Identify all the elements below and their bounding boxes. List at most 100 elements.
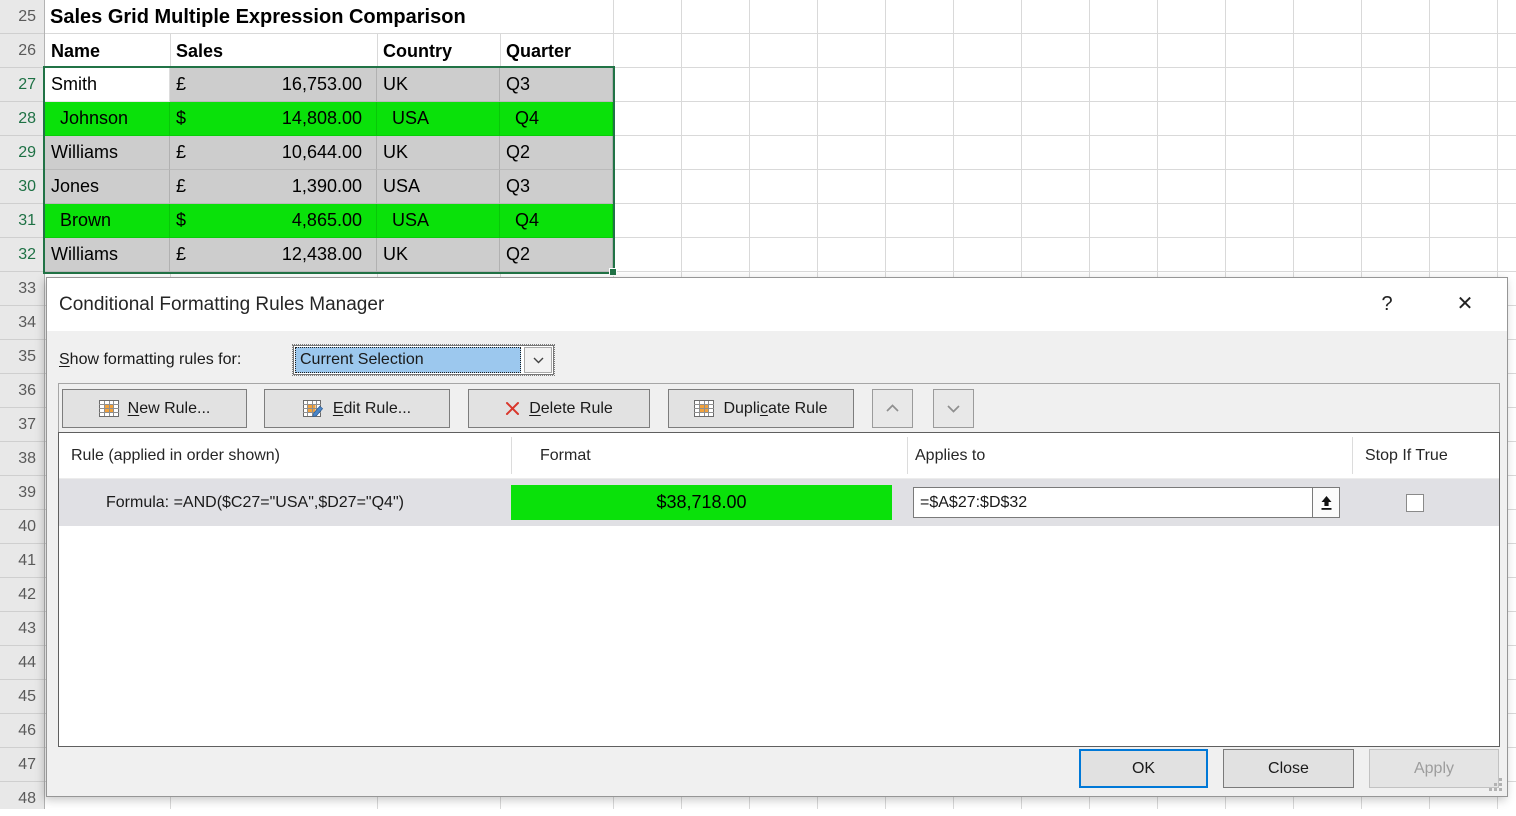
- range-select-arrow-icon: [1320, 495, 1333, 511]
- cell-country[interactable]: UK: [377, 136, 500, 170]
- move-rule-up-button[interactable]: [872, 389, 913, 428]
- column-header-format: Format: [540, 433, 591, 478]
- cell-sales[interactable]: £16,753.00: [170, 68, 377, 102]
- sheet-row-28: Johnson$14,808.00USAQ4: [45, 102, 613, 136]
- row-header-37[interactable]: 37: [0, 408, 36, 442]
- new-rule-button[interactable]: New Rule...: [62, 389, 247, 428]
- row-header-44[interactable]: 44: [0, 646, 36, 680]
- column-header-rule: Rule (applied in order shown): [71, 433, 280, 478]
- column-divider: [907, 437, 908, 474]
- row-header-38[interactable]: 38: [0, 442, 36, 476]
- stop-if-true-checkbox[interactable]: [1406, 494, 1424, 512]
- rules-list-panel: Rule (applied in order shown) Format App…: [58, 432, 1500, 747]
- cell-quarter[interactable]: Q3: [500, 68, 613, 102]
- row-header-45[interactable]: 45: [0, 680, 36, 714]
- new-rule-grid-icon: [99, 400, 119, 417]
- sales-amount: 16,753.00: [282, 68, 362, 101]
- dialog-titlebar[interactable]: Conditional Formatting Rules Manager ? ✕: [47, 278, 1507, 331]
- close-button[interactable]: Close: [1223, 749, 1354, 788]
- show-rules-label: Show formatting rules for:: [59, 344, 241, 376]
- row-header-48[interactable]: 48: [0, 782, 36, 816]
- resize-grip[interactable]: [1488, 777, 1502, 791]
- row-header-42[interactable]: 42: [0, 578, 36, 612]
- header-cell-name[interactable]: Name: [45, 34, 170, 68]
- cell-name[interactable]: Jones: [45, 170, 170, 204]
- help-icon[interactable]: ?: [1369, 278, 1405, 331]
- currency-symbol: $: [176, 204, 186, 237]
- row-header-30[interactable]: 30: [0, 170, 36, 204]
- row-header-28[interactable]: 28: [0, 102, 36, 136]
- row-header-34[interactable]: 34: [0, 306, 36, 340]
- row-header-27[interactable]: 27: [0, 68, 36, 102]
- cell-sales[interactable]: £12,438.00: [170, 238, 377, 272]
- cell-country[interactable]: UK: [377, 68, 500, 102]
- row-header-41[interactable]: 41: [0, 544, 36, 578]
- cell-name[interactable]: Brown: [45, 204, 170, 238]
- move-rule-down-button[interactable]: [933, 389, 974, 428]
- conditional-formatting-rules-manager-dialog: Conditional Formatting Rules Manager ? ✕…: [46, 277, 1508, 797]
- row-header-40[interactable]: 40: [0, 510, 36, 544]
- collapse-dialog-button[interactable]: [1313, 487, 1340, 518]
- header-cell-quarter[interactable]: Quarter: [500, 34, 613, 68]
- sales-amount: 14,808.00: [282, 102, 362, 135]
- cell-country[interactable]: USA: [377, 102, 500, 136]
- fill-handle[interactable]: [609, 268, 617, 276]
- cell-sales[interactable]: £1,390.00: [170, 170, 377, 204]
- apply-button[interactable]: Apply: [1369, 749, 1499, 788]
- cell-country[interactable]: USA: [377, 204, 500, 238]
- cell-quarter[interactable]: Q4: [500, 102, 613, 136]
- column-divider: [511, 437, 512, 474]
- cell-country[interactable]: USA: [377, 170, 500, 204]
- chevron-down-icon: [533, 357, 544, 364]
- currency-symbol: £: [176, 170, 186, 203]
- row-header-32[interactable]: 32: [0, 238, 36, 272]
- cell-sales[interactable]: $4,865.00: [170, 204, 377, 238]
- row-header-29[interactable]: 29: [0, 136, 36, 170]
- cell-quarter[interactable]: Q3: [500, 170, 613, 204]
- sheet-row-31: Brown$4,865.00USAQ4: [45, 204, 613, 238]
- rule-row[interactable]: Formula: =AND($C27="USA",$D27="Q4") $38,…: [59, 479, 1499, 526]
- sales-amount: 10,644.00: [282, 136, 362, 169]
- cell-country[interactable]: UK: [377, 238, 500, 272]
- row-header-36[interactable]: 36: [0, 374, 36, 408]
- cell-name[interactable]: Williams: [45, 136, 170, 170]
- cell-quarter[interactable]: Q2: [500, 136, 613, 170]
- column-header-stop: Stop If True: [1365, 433, 1448, 478]
- cell-name[interactable]: Smith: [45, 68, 170, 102]
- currency-symbol: £: [176, 68, 186, 101]
- edit-rule-button[interactable]: Edit Rule...: [264, 389, 450, 428]
- sales-amount: 1,390.00: [292, 170, 362, 203]
- row-header-46[interactable]: 46: [0, 714, 36, 748]
- sheet-title-cell[interactable]: Sales Grid Multiple Expression Compariso…: [50, 0, 466, 34]
- ok-button[interactable]: OK: [1079, 749, 1208, 788]
- cell-quarter[interactable]: Q2: [500, 238, 613, 272]
- cell-sales[interactable]: £10,644.00: [170, 136, 377, 170]
- row-header-47[interactable]: 47: [0, 748, 36, 782]
- row-header-35[interactable]: 35: [0, 340, 36, 374]
- column-header-applies: Applies to: [915, 433, 985, 478]
- cell-name[interactable]: Williams: [45, 238, 170, 272]
- row-header-43[interactable]: 43: [0, 612, 36, 646]
- row-header-39[interactable]: 39: [0, 476, 36, 510]
- row-header-33[interactable]: 33: [0, 272, 36, 306]
- delete-rule-button[interactable]: Delete Rule: [468, 389, 650, 428]
- row-header-26[interactable]: 26: [0, 34, 36, 68]
- sales-amount: 12,438.00: [282, 238, 362, 271]
- show-rules-selected-value: Current Selection: [295, 347, 521, 373]
- sheet-row-27: Smith£16,753.00UKQ3: [45, 68, 613, 102]
- row-header-column: 2526272829303132333435363738394041424344…: [0, 0, 45, 809]
- header-cell-country[interactable]: Country: [377, 34, 500, 68]
- dropdown-arrow-button[interactable]: [524, 347, 552, 373]
- cell-name[interactable]: Johnson: [45, 102, 170, 136]
- row-header-25[interactable]: 25: [0, 0, 36, 34]
- row-header-31[interactable]: 31: [0, 204, 36, 238]
- show-rules-dropdown[interactable]: Current Selection: [293, 345, 554, 375]
- duplicate-rule-button[interactable]: Duplicate Rule: [668, 389, 854, 428]
- chevron-down-icon: [946, 404, 961, 413]
- currency-symbol: $: [176, 102, 186, 135]
- cell-quarter[interactable]: Q4: [500, 204, 613, 238]
- cell-sales[interactable]: $14,808.00: [170, 102, 377, 136]
- header-cell-sales[interactable]: Sales: [170, 34, 377, 68]
- close-icon[interactable]: ✕: [1447, 278, 1483, 331]
- applies-to-input[interactable]: [913, 487, 1313, 518]
